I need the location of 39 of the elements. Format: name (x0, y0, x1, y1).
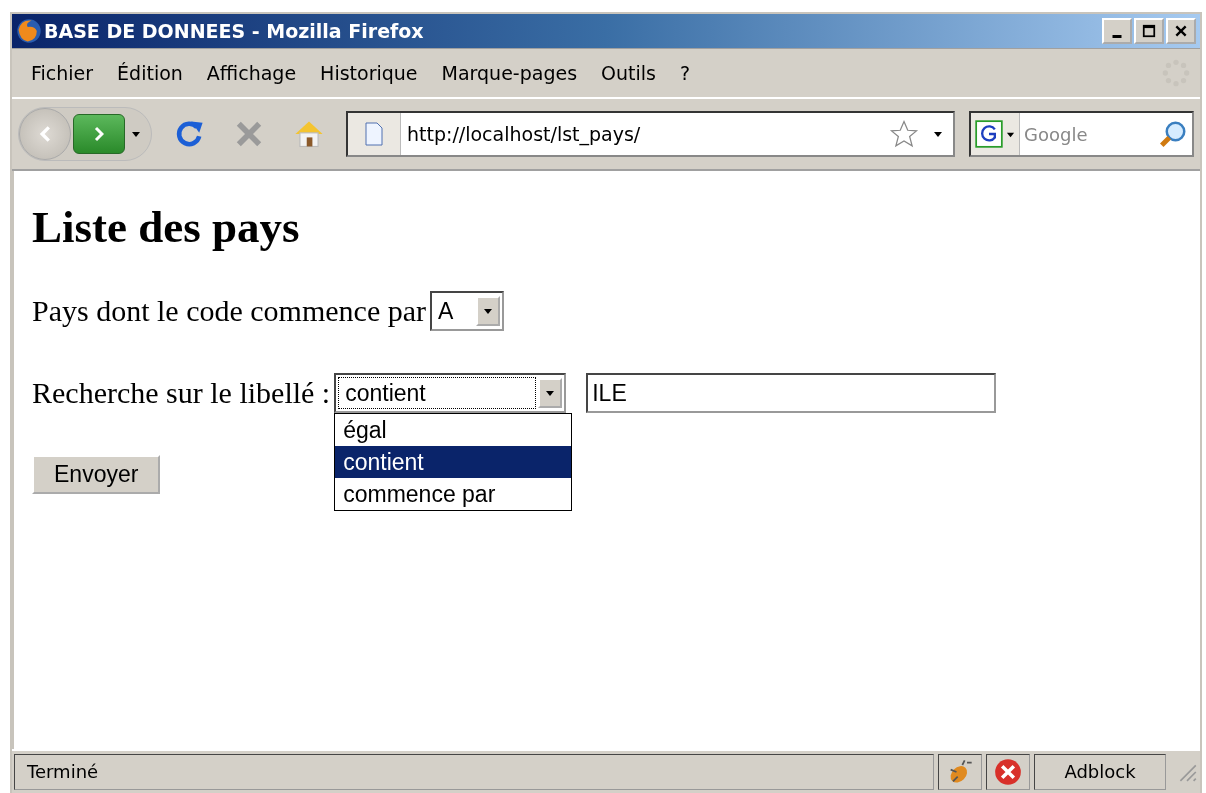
menu-item[interactable]: Marque-pages (430, 58, 589, 88)
menu-item[interactable]: ? (668, 58, 702, 88)
maximize-button[interactable] (1134, 18, 1164, 44)
search-engine-icon[interactable] (975, 120, 1003, 148)
menu-item[interactable]: Historique (309, 58, 429, 88)
status-text: Terminé (14, 754, 934, 790)
page-heading: Liste des pays (32, 201, 301, 253)
close-button[interactable] (1166, 18, 1196, 44)
caret-icon[interactable] (933, 129, 943, 139)
mode-select[interactable]: contient (334, 373, 567, 413)
code-select[interactable]: A (430, 291, 505, 331)
window-title: BASE DE DONNEES - Mozilla Firefox (44, 20, 425, 42)
menu-item[interactable]: Édition (106, 58, 194, 88)
minimize-icon (1112, 34, 1122, 38)
search-icon[interactable] (1158, 119, 1188, 149)
close-icon (1174, 23, 1188, 39)
minimize-button[interactable] (1102, 18, 1132, 44)
caret-icon[interactable] (131, 129, 141, 139)
caret-icon (483, 306, 494, 316)
adblock-label[interactable]: Adblock (1034, 754, 1166, 790)
url-text: http://localhost/lst_pays/ (406, 123, 642, 145)
menu-item[interactable]: Affichage (195, 58, 308, 88)
menu-item[interactable]: Fichier (20, 58, 105, 88)
search-bar[interactable]: Google (969, 111, 1194, 157)
field-label: Recherche sur le libellé : (32, 376, 331, 410)
caret-icon (545, 388, 556, 398)
submit-button[interactable]: Envoyer (32, 455, 161, 494)
search-text-field[interactable]: ILE (586, 373, 997, 413)
dropdown-option[interactable]: commence par (335, 478, 572, 510)
page-icon (364, 122, 384, 146)
menu-item[interactable]: Outils (590, 58, 667, 88)
forward-button[interactable] (73, 114, 125, 154)
dropdown-option[interactable]: contient (335, 446, 572, 478)
star-icon[interactable] (889, 119, 919, 149)
address-bar[interactable]: http://localhost/lst_pays/ (346, 111, 955, 157)
maximize-icon (1142, 23, 1156, 39)
dropdown-option[interactable]: égal (335, 414, 572, 446)
error-icon[interactable] (994, 758, 1022, 786)
field-label: Pays dont le code commence par (32, 294, 427, 328)
